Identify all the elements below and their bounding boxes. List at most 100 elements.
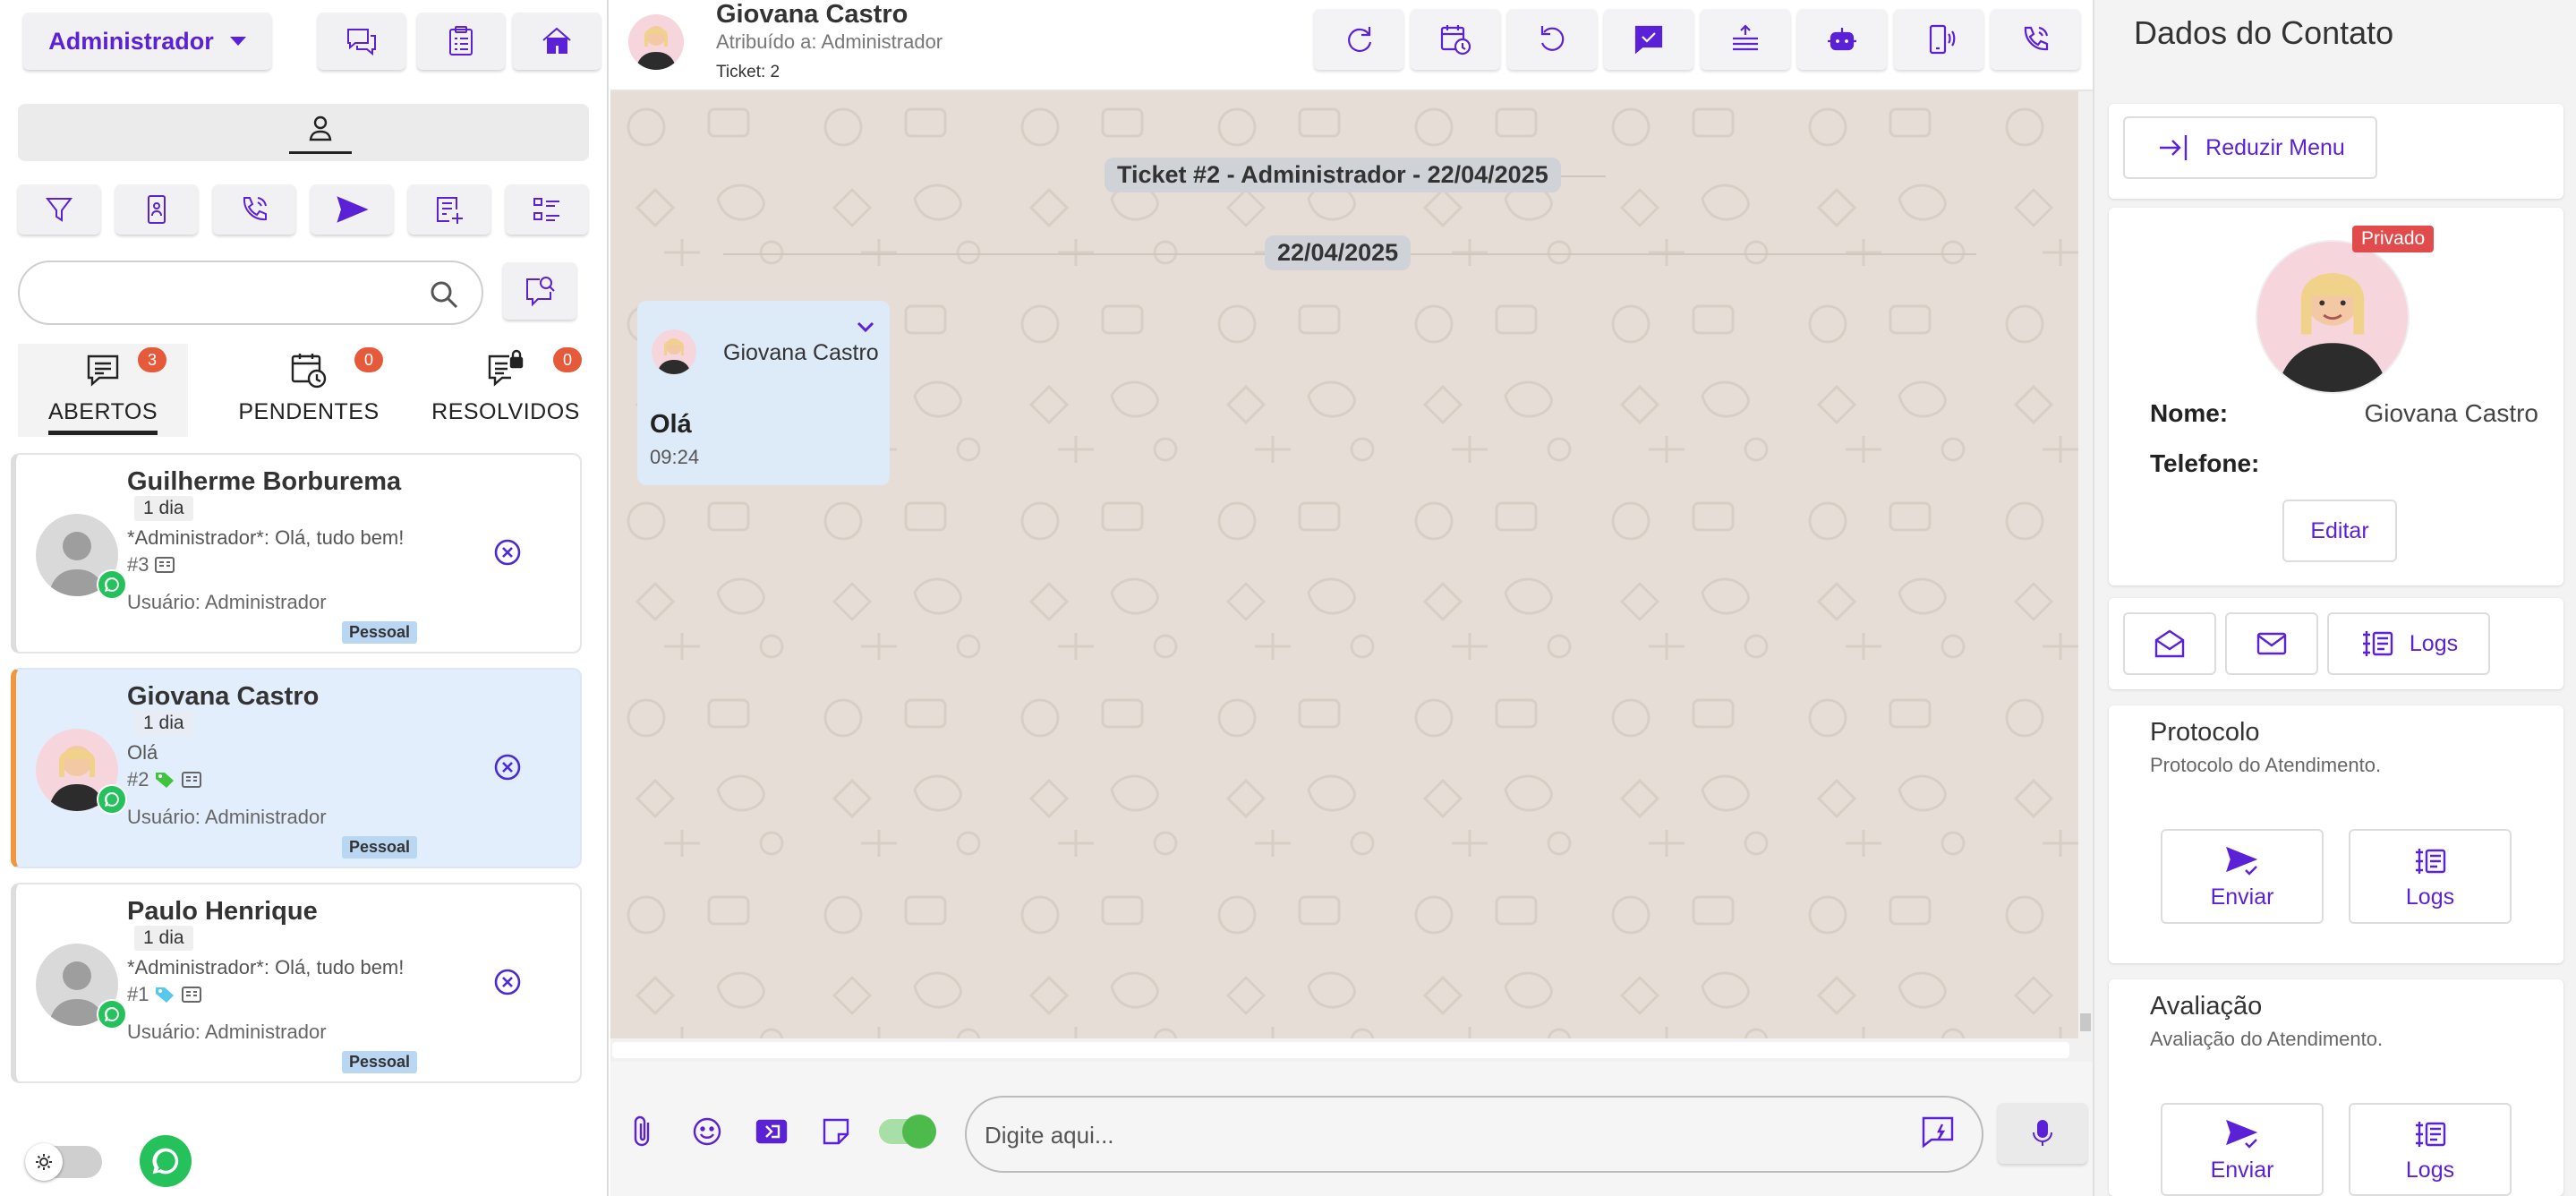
ticket-number: #1 (127, 983, 202, 1006)
protocol-send-button[interactable]: Enviar (2161, 829, 2324, 924)
scrollbar-thumb[interactable] (2080, 1013, 2091, 1031)
ticket-last-message: Olá (127, 741, 158, 764)
chat-header: Giovana Castro Atribuído a: Administrado… (610, 0, 2093, 91)
protocol-logs-button[interactable]: Logs (2349, 829, 2512, 924)
ticket-tag: Pessoal (342, 621, 418, 644)
contact-info-card: Privado Nome: Giovana Castro Telefone: E… (2109, 208, 2563, 585)
signature-toggle[interactable] (879, 1115, 936, 1149)
locked-messages-icon (484, 349, 527, 392)
whatsapp-icon (97, 569, 127, 600)
chat-horizontal-scrollbar[interactable] (610, 1038, 2093, 1062)
tab-my-tickets[interactable] (289, 113, 352, 154)
rating-send-button[interactable]: Enviar (2161, 1103, 2324, 1196)
chevron-down-icon[interactable] (854, 315, 877, 338)
close-ticket-icon[interactable] (492, 967, 523, 997)
tab-resolved-count: 0 (553, 347, 582, 372)
device-call-button[interactable] (1894, 9, 1983, 70)
chat-background-pattern (610, 91, 2082, 1038)
reduce-menu-button[interactable]: Reduzir Menu (2123, 116, 2377, 179)
video-icon[interactable] (752, 1112, 791, 1151)
message-bubble[interactable]: Giovana Castro Olá 09:24 (637, 301, 890, 485)
refresh-button[interactable] (1314, 9, 1403, 70)
return-ticket-button[interactable] (1507, 9, 1597, 70)
ticket-item[interactable]: Guilherme Borburema 1 dia *Administrador… (11, 453, 582, 654)
ticket-user: Usuário: Administrador (127, 1021, 327, 1043)
contact-logs-button[interactable]: Logs (2327, 612, 2490, 675)
chat-scrollbar[interactable] (2078, 91, 2093, 1038)
contact-panel-title: Dados do Contato (2134, 14, 2394, 51)
ticket-last-message: *Administrador*: Olá, tudo bem! (127, 956, 405, 978)
clipboard-icon (449, 26, 473, 56)
user-menu-button[interactable]: Administrador (23, 13, 271, 70)
privacy-badge: Privado (2352, 226, 2435, 252)
message-input[interactable] (985, 1119, 1880, 1151)
filter-icon (45, 198, 73, 222)
contact-actions-card: Logs (2109, 598, 2563, 689)
logs-icon (2362, 631, 2393, 656)
search-icon[interactable] (428, 278, 460, 311)
open-mail-button[interactable] (2123, 612, 2216, 675)
mail-open-icon (2154, 629, 2185, 658)
ticket-item[interactable]: Paulo Henrique 1 dia *Administrador*: Ol… (11, 883, 582, 1083)
protocol-send-label: Enviar (2210, 884, 2274, 910)
search-input[interactable] (41, 277, 417, 311)
search-messages-button[interactable] (503, 262, 576, 320)
attach-icon[interactable] (623, 1112, 662, 1151)
schedule-button[interactable] (1411, 9, 1500, 70)
undo-icon (1540, 26, 1565, 51)
chat-bubbles-icon (347, 29, 376, 56)
calendar-clock-icon (287, 349, 330, 392)
emoji-icon[interactable] (687, 1112, 727, 1151)
voice-call-button[interactable] (1991, 9, 2080, 70)
ticket-tag: Pessoal (342, 836, 418, 859)
ticket-user: Usuário: Administrador (127, 591, 327, 613)
protocol-card: Protocolo Protocolo do Atendimento. Envi… (2109, 705, 2563, 963)
transfer-ticket-button[interactable] (1701, 9, 1790, 70)
resolve-ticket-button[interactable] (1604, 9, 1693, 70)
theme-toggle[interactable] (25, 1143, 102, 1181)
ticket-item-selected[interactable]: Giovana Castro 1 dia Olá #2 Usuário: Adm… (11, 668, 582, 868)
tickets-panel: Administrador 3 ABERTOS 0 PENDENTES 0 RE… (0, 0, 609, 1196)
sender-name: Giovana Castro (723, 340, 879, 365)
whatsapp-icon (97, 999, 127, 1029)
rating-logs-button[interactable]: Logs (2349, 1103, 2512, 1196)
ticket-age: 1 dia (134, 926, 193, 951)
ticket-number-text: #2 (127, 768, 149, 790)
tab-open-count: 3 (138, 347, 166, 372)
caret-down-icon (229, 37, 246, 46)
sun-icon (25, 1143, 63, 1181)
bot-button[interactable] (1797, 9, 1887, 70)
close-ticket-icon[interactable] (492, 537, 523, 568)
contact-card-icon (148, 195, 166, 224)
user-icon (309, 115, 332, 141)
new-note-button[interactable] (408, 184, 490, 235)
checklist-button[interactable] (506, 184, 588, 235)
ticket-tag: Pessoal (342, 1051, 418, 1073)
tab-pending[interactable]: 0 PENDENTES (206, 344, 412, 437)
contact-avatar[interactable] (628, 14, 684, 70)
whatsapp-connection-button[interactable] (140, 1135, 192, 1187)
internal-chat-button[interactable] (318, 13, 405, 70)
edit-contact-label: Editar (2310, 517, 2369, 543)
name-label: Nome: (2150, 399, 2229, 427)
contact-panel: Dados do Contato Reduzir Menu Privado No… (2093, 0, 2576, 1196)
tab-resolved[interactable]: 0 RESOLVIDOS (412, 344, 600, 437)
contacts-button[interactable] (115, 184, 198, 235)
send-mail-button[interactable] (2225, 612, 2318, 675)
home-button[interactable] (513, 13, 601, 70)
calls-button[interactable] (213, 184, 295, 235)
record-audio-button[interactable] (1998, 1103, 2087, 1164)
contact-logs-label: Logs (2409, 630, 2459, 656)
edit-contact-button[interactable]: Editar (2282, 500, 2397, 562)
send-button[interactable] (311, 184, 393, 235)
filter-button[interactable] (18, 184, 100, 235)
close-ticket-icon[interactable] (492, 752, 523, 782)
scrollbar-thumb[interactable] (612, 1042, 2069, 1058)
sticker-icon[interactable] (816, 1112, 856, 1151)
tab-open[interactable]: 3 ABERTOS (18, 344, 188, 437)
logs-icon (2416, 1121, 2446, 1147)
id-card-icon (182, 772, 202, 788)
quick-reply-icon[interactable] (1919, 1114, 1957, 1151)
tasks-button[interactable] (417, 13, 505, 70)
reduce-menu-card: Reduzir Menu (2109, 104, 2563, 199)
